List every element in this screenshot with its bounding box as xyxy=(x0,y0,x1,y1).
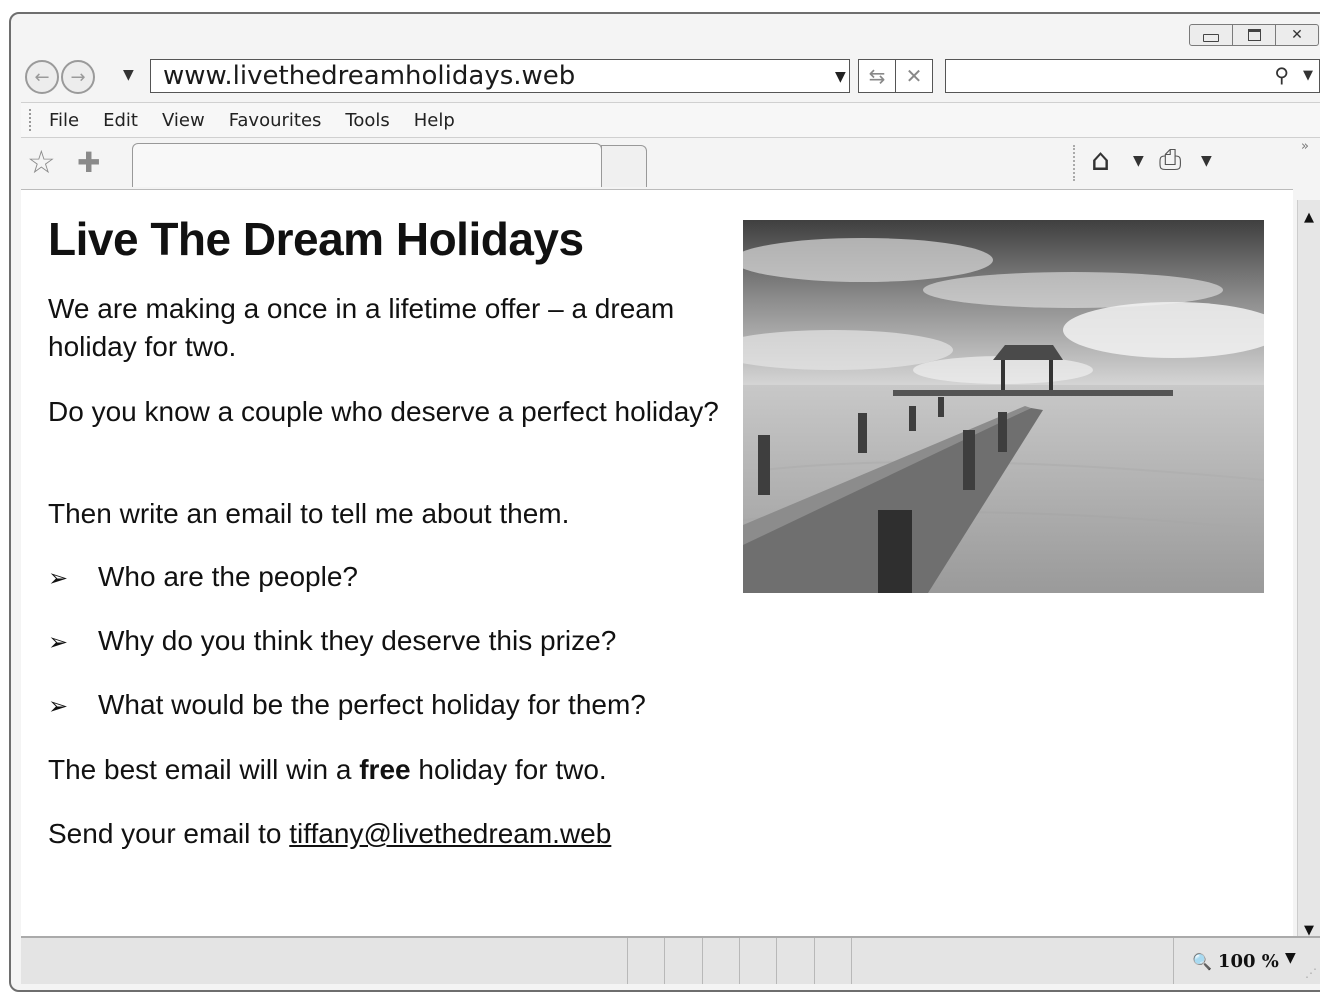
search-dropdown-icon[interactable]: ▼ xyxy=(1303,68,1313,83)
menu-help[interactable]: Help xyxy=(414,110,455,131)
close-window-button[interactable]: ✕ xyxy=(1275,24,1319,46)
refresh-icon: ⇆ xyxy=(868,64,886,88)
refresh-button[interactable]: ⇆ xyxy=(858,59,896,93)
address-dropdown-icon[interactable]: ▼ xyxy=(835,69,846,85)
page-title: Live The Dream Holidays xyxy=(48,213,584,265)
status-cell xyxy=(664,938,665,984)
navigation-bar: ← → ▼ www.livethedreamholidays.web ▼ ⇆ ✕… xyxy=(23,57,1320,97)
prize-bold-word: free xyxy=(359,754,411,785)
list-item: ➢ What would be the perfect holiday for t… xyxy=(48,686,646,726)
favourites-bar: ☆ ✚ ⌂ ▼ ⎙ ▼ » xyxy=(21,139,1320,187)
menu-tools[interactable]: Tools xyxy=(345,110,389,131)
stop-button[interactable]: ✕ xyxy=(895,59,933,93)
menu-favourites[interactable]: Favourites xyxy=(229,110,322,131)
intro-paragraph: We are making a once in a lifetime offer… xyxy=(48,293,675,362)
status-cell xyxy=(776,938,777,984)
maximize-button[interactable] xyxy=(1232,24,1276,46)
question-paragraph: Do you know a couple who deserve a perfe… xyxy=(48,396,719,427)
address-bar[interactable]: www.livethedreamholidays.web xyxy=(150,59,850,93)
tab-current[interactable] xyxy=(132,143,602,187)
maximize-icon xyxy=(1247,29,1261,41)
scroll-up-icon[interactable]: ▲ xyxy=(1304,210,1314,225)
status-cell xyxy=(851,938,852,984)
arrow-bullet-icon: ➢ xyxy=(48,693,69,720)
menu-view[interactable]: View xyxy=(162,110,205,131)
add-favourite-icon[interactable]: ✚ xyxy=(77,146,100,179)
status-cell xyxy=(627,938,628,984)
address-text: www.livethedreamholidays.web xyxy=(163,61,576,91)
send-paragraph: Send your email to tiffany@livethedream.… xyxy=(48,815,728,853)
star-icon[interactable]: ☆ xyxy=(27,143,56,181)
prize-text-end: holiday for two. xyxy=(410,754,607,785)
list-item: ➢ Who are the people? xyxy=(48,558,358,598)
list-item: ➢ Why do you think they deserve this priz… xyxy=(48,622,616,662)
minimize-icon xyxy=(1203,34,1219,42)
arrow-bullet-icon: ➢ xyxy=(48,629,69,656)
prize-text-start: The best email will win a xyxy=(48,754,360,785)
search-icon[interactable]: ⚲ xyxy=(1274,63,1289,87)
zoom-level: 100 % xyxy=(1217,950,1279,972)
print-dropdown-icon[interactable]: ▼ xyxy=(1201,153,1212,169)
menu-file[interactable]: File xyxy=(49,110,79,131)
pier-photo-graphic xyxy=(743,220,1264,593)
send-text: Send your email to xyxy=(48,818,290,849)
search-input[interactable]: ⚲ ▼ xyxy=(945,59,1320,93)
home-icon[interactable]: ⌂ xyxy=(1091,143,1110,178)
status-cell xyxy=(702,938,703,984)
menu-bar: File Edit View Favourites Tools Help xyxy=(21,102,1320,138)
close-icon: ✕ xyxy=(1291,27,1303,43)
more-tools-icon[interactable]: » xyxy=(1301,139,1309,154)
status-cell xyxy=(739,938,740,984)
browser-window: ✕ ← → ▼ www.livethedreamholidays.web ▼ ⇆… xyxy=(9,12,1320,992)
menu-edit[interactable]: Edit xyxy=(103,110,138,131)
pier-photo xyxy=(743,220,1264,593)
minimize-button[interactable] xyxy=(1189,24,1233,46)
list-item-text: Why do you think they deserve this prize… xyxy=(98,625,617,656)
list-item-text: What would be the perfect holiday for th… xyxy=(98,689,646,720)
toolbar-separator xyxy=(1073,145,1075,181)
home-dropdown-icon[interactable]: ▼ xyxy=(1133,153,1144,169)
list-item-text: Who are the people? xyxy=(98,561,358,592)
page-content: Live The Dream Holidays We are making a … xyxy=(21,189,1293,936)
new-tab-button[interactable] xyxy=(601,145,647,187)
forward-arrow-icon: → xyxy=(70,66,86,88)
status-bar: 🔍 100 % ▼ ⋰ xyxy=(21,936,1320,984)
zoom-dropdown-icon[interactable]: ▼ xyxy=(1285,950,1296,966)
window-controls: ✕ xyxy=(1189,24,1319,46)
arrow-bullet-icon: ➢ xyxy=(48,565,69,592)
resize-grip-icon[interactable]: ⋰ xyxy=(1305,966,1317,980)
vertical-scrollbar[interactable]: ▲ ▼ xyxy=(1297,200,1320,946)
history-dropdown-icon[interactable]: ▼ xyxy=(123,67,134,83)
printer-icon[interactable]: ⎙ xyxy=(1159,143,1181,177)
forward-button[interactable]: → xyxy=(61,60,95,94)
prize-paragraph: The best email will win a free holiday f… xyxy=(48,751,728,789)
back-button[interactable]: ← xyxy=(25,60,59,94)
instruction-paragraph: Then write an email to tell me about the… xyxy=(48,498,570,529)
stop-icon: ✕ xyxy=(905,64,923,88)
back-arrow-icon: ← xyxy=(34,66,50,88)
email-link[interactable]: tiffany@livethedream.web xyxy=(289,818,611,849)
zoom-control[interactable]: 🔍 100 % xyxy=(1173,938,1279,984)
status-cell xyxy=(814,938,815,984)
